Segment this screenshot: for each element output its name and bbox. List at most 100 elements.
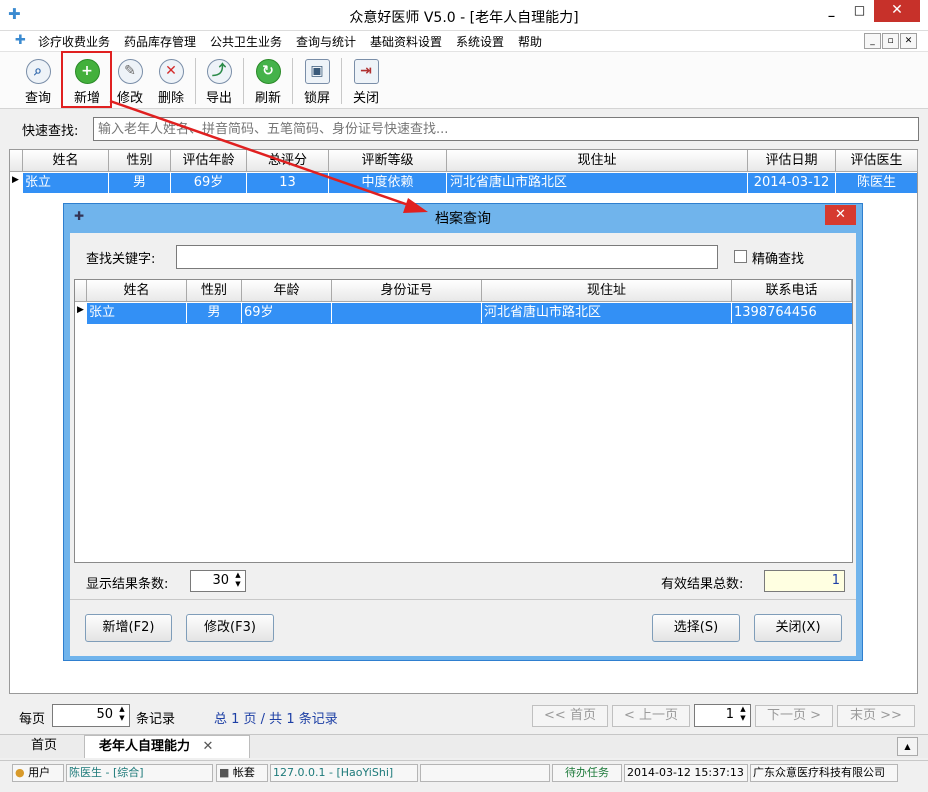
display-count-label: 显示结果条数: [86,577,169,592]
edit-button[interactable]: ✎ 修改 [108,55,152,107]
dcol-phone[interactable]: 联系电话 [732,280,852,302]
refresh-icon: ↻ [255,59,281,84]
close-button[interactable]: ⇥ 关闭 [344,55,388,107]
dialog-title: 档案查询 [435,211,491,227]
table-row[interactable]: 张立 男 69岁 13 中度依赖 河北省唐山市路北区 2014-03-12 陈医… [23,173,917,193]
dialog-close-action-button[interactable]: 关闭(X) [754,614,842,642]
col-eval-doctor[interactable]: 评估医生 [836,150,918,172]
row-indicator-icon: ▶ [77,305,84,315]
display-count-spinner[interactable]: 30 ▲ ▼ [190,570,246,592]
dialog-edit-button[interactable]: 修改(F3) [186,614,274,642]
tabs-scroll-up-button[interactable]: ▲ [897,737,918,756]
cell-address: 河北省唐山市路北区 [447,173,748,193]
cell-level: 中度依赖 [329,173,447,193]
menu-basic-data[interactable]: 基础资料设置 [370,33,442,50]
col-eval-date[interactable]: 评估日期 [748,150,836,172]
document-tabs: 首页 老年人自理能力 ✕ ▲ [0,734,928,758]
toolbar: ⌕ 查询 + 新增 ✎ 修改 ✕ 删除 ⤴ 导出 ↻ 刷新 ▣ 锁屏 ⇥ 关闭 [0,51,928,109]
row-header-corner [10,150,23,172]
user-icon: ● [15,766,25,779]
status-company: 广东众意医疗科技有限公司 [750,764,898,782]
dcell-phone: 1398764456 [734,305,817,320]
status-datetime: 2014-03-12 15:37:13 [624,764,748,782]
spinner-arrows-icon[interactable]: ▲ ▼ [116,705,128,723]
export-button[interactable]: ⤴ 导出 [197,55,241,107]
records-label: 条记录 [136,712,176,727]
mdi-close-button[interactable]: ✕ [900,33,917,49]
menu-public-health[interactable]: 公共卫生业务 [210,33,282,50]
menu-query-stats[interactable]: 查询与统计 [296,33,356,50]
dialog-body: 查找关键字: 精确查找 姓名 性别 年龄 身份证号 现住址 联系电话 ▶ 张立 … [70,233,856,656]
dialog-close-button[interactable]: ✕ [825,205,856,225]
todo-tasks-button[interactable]: 待办任务 [552,764,622,782]
mdi-restore-button[interactable]: ▫ [882,33,899,49]
delete-icon: ✕ [158,59,184,84]
menu-clinic[interactable]: 诊疗收费业务 [38,33,110,50]
last-page-button[interactable]: 末页 >> [837,705,915,727]
menu-system[interactable]: 系统设置 [456,33,504,50]
col-address[interactable]: 现住址 [447,150,748,172]
menu-logo-icon: ✚ [15,33,26,48]
mdi-minimize-button[interactable]: _ [864,33,881,49]
toolbar-separator [292,58,293,104]
minimize-button[interactable]: _ [818,0,845,22]
toolbar-separator [341,58,342,104]
row-indicator-icon: ▶ [12,175,19,185]
query-button[interactable]: ⌕ 查询 [16,55,60,107]
dialog-divider [70,599,856,600]
per-page-label: 每页 [19,712,46,727]
pager: 每页 50 ▲ ▼ 条记录 总 1 页 / 共 1 条记录 << 首页 < 上一页… [0,697,928,733]
total-value: 1 [764,570,845,592]
page-number-spinner[interactable]: 1 ▲ ▼ [694,704,751,727]
total-label: 有效结果总数: [661,577,744,592]
table-row[interactable]: 张立 男 69岁 河北省唐山市路北区 1398764456 [87,303,852,324]
menu-pharmacy[interactable]: 药品库存管理 [124,33,196,50]
search-doc-icon: ⌕ [25,59,51,84]
quick-search-input[interactable] [93,117,919,141]
cell-name: 张立 [23,173,109,193]
dcol-gender[interactable]: 性别 [187,280,242,302]
col-eval-age[interactable]: 评估年龄 [171,150,247,172]
first-page-button[interactable]: << 首页 [532,705,608,727]
tab-elderly-self-care[interactable]: 老年人自理能力 ✕ [84,735,250,758]
highlight-box [61,51,112,108]
menu-bar: ✚ 诊疗收费业务 药品库存管理 公共卫生业务 查询与统计 基础资料设置 系统设置… [0,31,928,52]
tab-home[interactable]: 首页 [10,736,78,757]
close-window-button[interactable]: ✕ [874,0,920,22]
lock-screen-button[interactable]: ▣ 锁屏 [295,55,339,107]
edit-icon: ✎ [117,59,143,84]
archive-grid: 姓名 性别 年龄 身份证号 现住址 联系电话 ▶ 张立 男 69岁 河北省唐山市… [74,279,853,563]
dialog-add-button[interactable]: 新增(F2) [85,614,172,642]
spinner-arrows-icon[interactable]: ▲ ▼ [232,571,244,589]
col-level[interactable]: 评断等级 [329,150,447,172]
cell-eval-age: 69岁 [171,173,247,193]
dcol-name[interactable]: 姓名 [87,280,187,302]
cell-eval-date: 2014-03-12 [748,173,836,193]
dcell-id-number [332,303,482,323]
dcol-age[interactable]: 年龄 [242,280,332,302]
close-tab-icon[interactable]: ✕ [203,739,214,754]
col-gender[interactable]: 性别 [109,150,171,172]
dialog-select-button[interactable]: 选择(S) [652,614,740,642]
keyword-input[interactable] [176,245,718,269]
delete-button[interactable]: ✕ 删除 [149,55,193,107]
dcol-address[interactable]: 现住址 [482,280,732,302]
next-page-button[interactable]: 下一页 > [755,705,833,727]
dcol-id-number[interactable]: 身份证号 [332,280,482,302]
per-page-spinner[interactable]: 50 ▲ ▼ [52,704,130,727]
keyword-label: 查找关键字: [86,252,156,267]
col-score[interactable]: 总评分 [247,150,329,172]
refresh-button[interactable]: ↻ 刷新 [246,55,290,107]
cell-score: 13 [247,173,329,193]
export-icon: ⤴ [206,59,232,84]
maximize-button[interactable]: □ [846,0,873,22]
dcell-name: 张立 [87,303,187,323]
spinner-arrows-icon[interactable]: ▲ ▼ [737,705,749,723]
dcell-address: 河北省唐山市路北区 [482,303,732,323]
prev-page-button[interactable]: < 上一页 [612,705,690,727]
row-header-corner [75,280,87,302]
menu-help[interactable]: 帮助 [518,33,542,50]
exact-search-checkbox[interactable] [734,250,747,263]
col-name[interactable]: 姓名 [23,150,109,172]
status-server: 127.0.0.1 - [HaoYiShi] [270,764,418,782]
